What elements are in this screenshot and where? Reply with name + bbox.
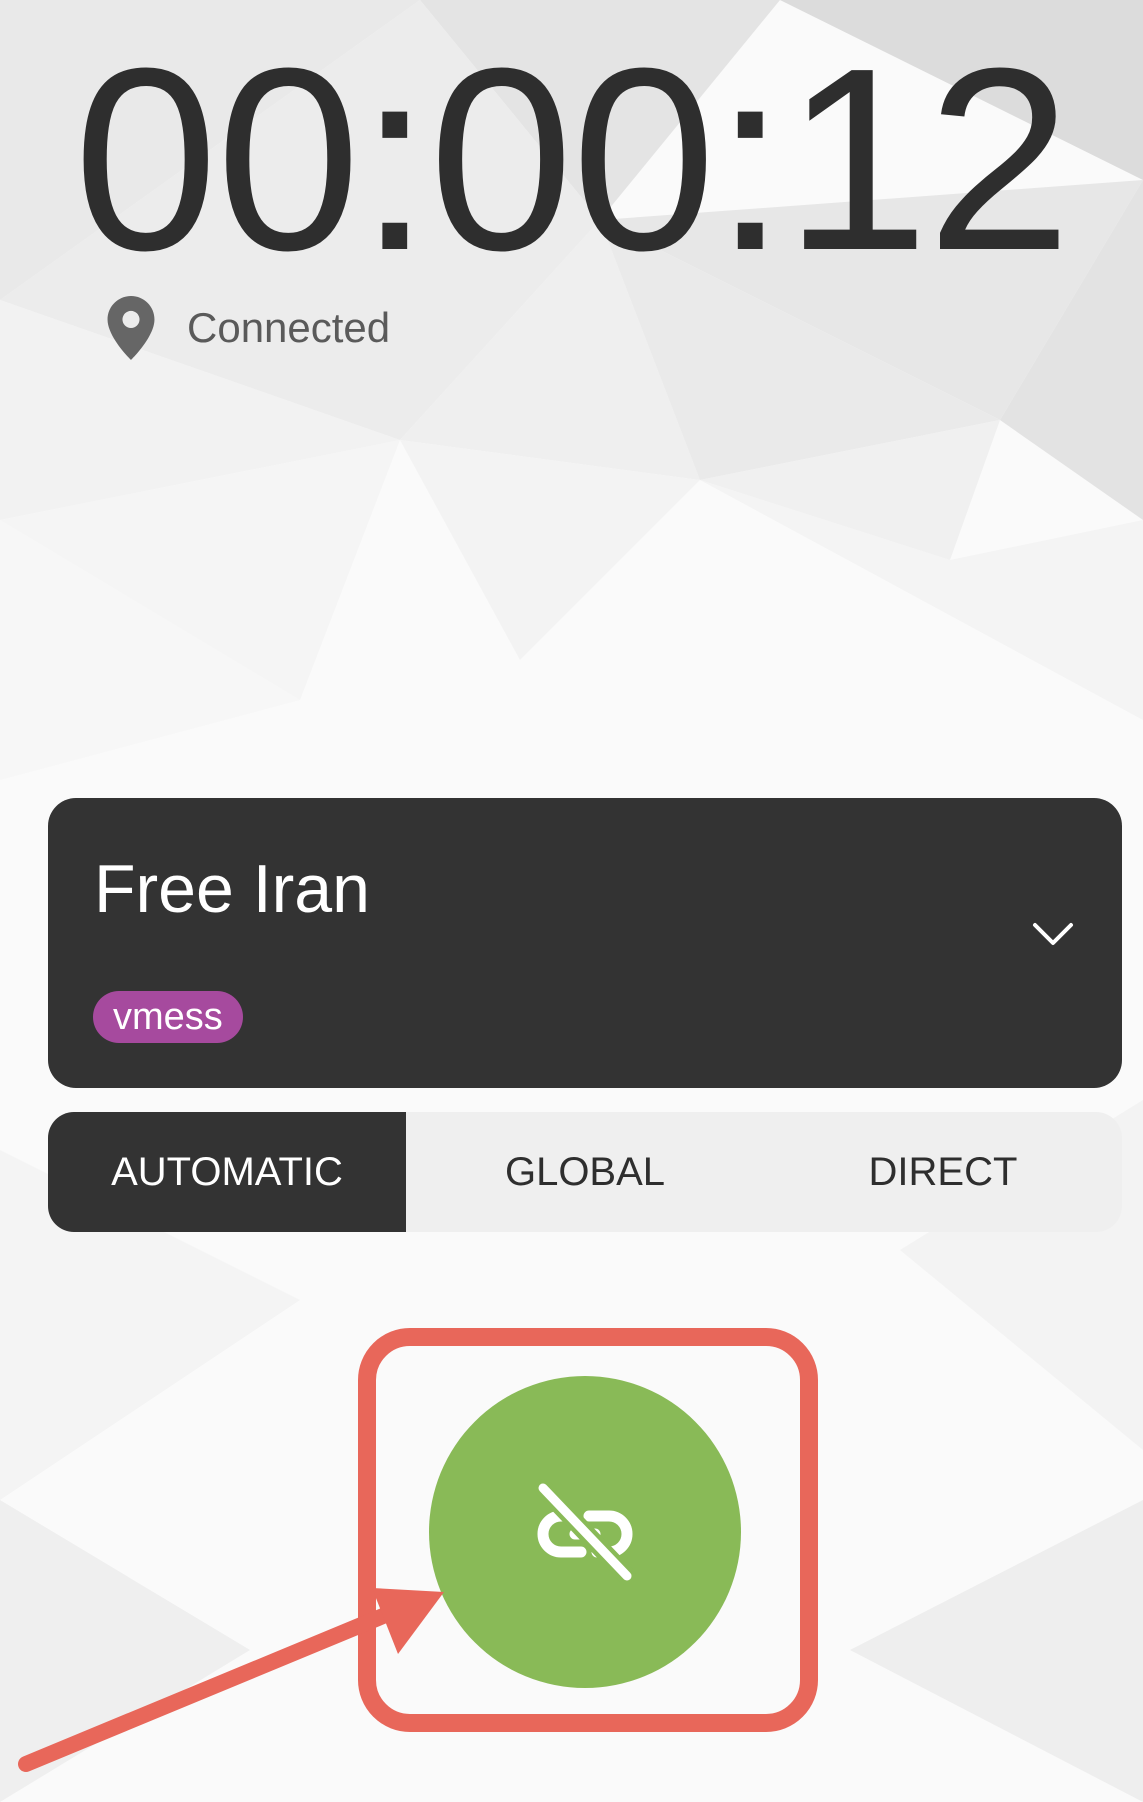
- mode-direct-button[interactable]: DIRECT: [764, 1112, 1122, 1232]
- elapsed-timer: 00:00:12: [73, 15, 1071, 305]
- mode-global-button[interactable]: GLOBAL: [406, 1112, 764, 1232]
- location-pin-icon: [107, 296, 155, 360]
- server-selector[interactable]: Free Iran vmess: [48, 798, 1122, 1088]
- protocol-badge: vmess: [93, 991, 243, 1043]
- routing-mode-toggle: AUTOMATIC GLOBAL DIRECT: [48, 1112, 1122, 1232]
- chevron-down-icon[interactable]: [1032, 921, 1074, 947]
- annotation-highlight-box: [358, 1328, 818, 1732]
- connection-status: Connected: [105, 296, 390, 360]
- status-text: Connected: [187, 304, 391, 351]
- mode-automatic-button[interactable]: AUTOMATIC: [48, 1112, 406, 1232]
- server-name: Free Iran: [94, 851, 370, 927]
